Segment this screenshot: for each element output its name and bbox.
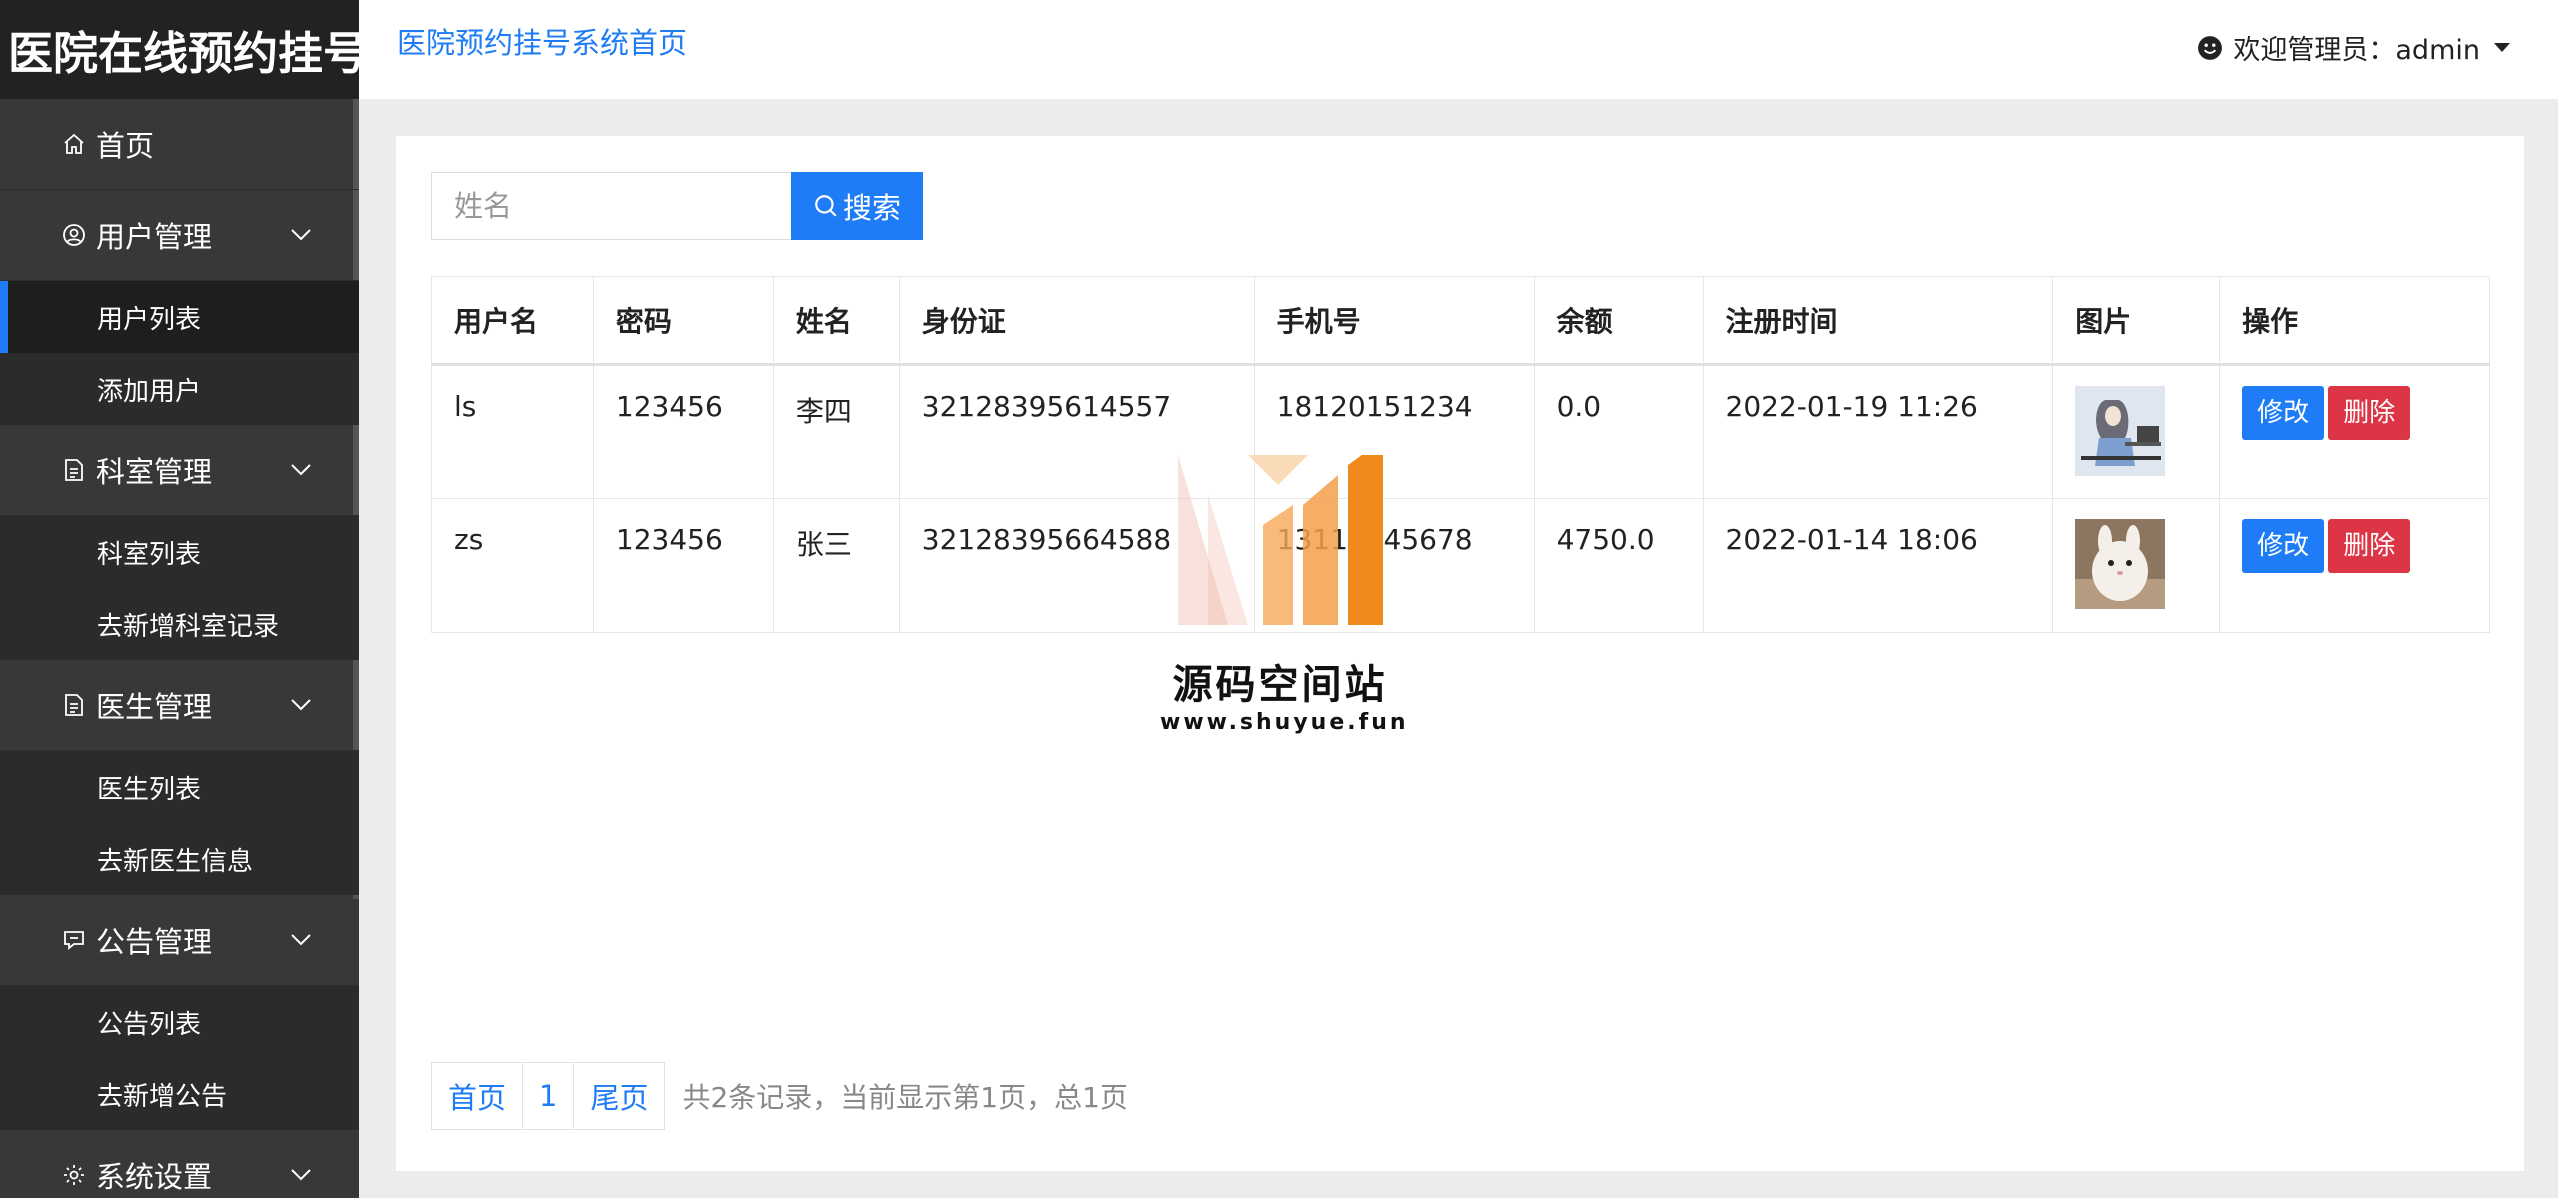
watermark-url: www.shuyue.fun: [1160, 710, 1409, 735]
table-header-row: 用户名 密码 姓名 身份证 手机号 余额 注册时间 图片 操作: [431, 276, 2490, 366]
document-icon: [60, 691, 88, 719]
gear-icon: [60, 1161, 88, 1189]
sidebar-group-doctor[interactable]: 医生管理: [0, 660, 359, 751]
sidebar-item-home[interactable]: 首页: [0, 99, 359, 190]
sidebar-item-add-doctor[interactable]: 去新医生信息: [0, 823, 359, 895]
chevron-down-icon: [287, 1161, 315, 1189]
pagination-last[interactable]: 尾页: [573, 1062, 666, 1130]
header-home-link[interactable]: 医院预约挂号系统首页: [397, 20, 687, 62]
column-header: 姓名: [772, 276, 900, 366]
cell-actions: 修改 删除: [2219, 364, 2490, 499]
cell-name: 张三: [772, 498, 900, 633]
delete-button[interactable]: 删除: [2328, 386, 2411, 440]
column-header: 身份证: [898, 276, 1255, 366]
name-search-input[interactable]: [431, 172, 791, 240]
top-header: 医院预约挂号系统首页 欢迎管理员：admin: [359, 0, 2558, 99]
edit-button[interactable]: 修改: [2242, 519, 2325, 573]
cell-balance: 4750.0: [1533, 498, 1704, 633]
home-icon: [60, 130, 88, 158]
column-header: 操作: [2219, 276, 2490, 366]
cell-actions: 修改 删除: [2219, 498, 2490, 633]
search-button-label: 搜索: [842, 191, 901, 225]
search-button[interactable]: 搜索: [791, 172, 923, 240]
pagination-first[interactable]: 首页: [431, 1062, 524, 1130]
sidebar-item-add-department[interactable]: 去新增科室记录: [0, 588, 359, 660]
chevron-down-icon: [287, 221, 315, 249]
sidebar-group-settings[interactable]: 系统设置: [0, 1130, 359, 1198]
cell-balance: 0.0: [1533, 364, 1704, 499]
edit-button[interactable]: 修改: [2242, 386, 2325, 440]
search-bar: 搜索: [431, 172, 923, 240]
cell-username: ls: [431, 364, 594, 499]
cell-id-card: 32128395614557: [898, 364, 1255, 499]
sidebar-group-user[interactable]: 用户管理: [0, 190, 359, 281]
user-menu[interactable]: 欢迎管理员：admin: [2197, 28, 2510, 67]
sidebar-group-label: 公告管理: [96, 925, 213, 959]
user-table: 用户名 密码 姓名 身份证 手机号 余额 注册时间 图片 操作 ls 12345…: [431, 276, 2490, 633]
cell-name: 李四: [772, 364, 900, 499]
delete-button[interactable]: 删除: [2328, 519, 2411, 573]
cell-username: zs: [431, 498, 594, 633]
user-greeting: 欢迎管理员：admin: [2233, 35, 2480, 66]
sidebar-group-department[interactable]: 科室管理: [0, 425, 359, 516]
sidebar-item-add-user[interactable]: 添加用户: [0, 353, 359, 425]
user-photo-white-rabbit: [2075, 519, 2166, 609]
table-row: zs 123456 张三 32128395664588 13112345678 …: [431, 498, 2490, 633]
column-header: 注册时间: [1702, 276, 2054, 366]
cell-password: 123456: [592, 498, 774, 633]
chevron-down-icon: [287, 691, 315, 719]
document-icon: [60, 456, 88, 484]
pagination-page[interactable]: 1: [522, 1062, 575, 1130]
cell-registered: 2022-01-14 18:06: [1702, 498, 2054, 633]
cell-phone: 18120151234: [1253, 364, 1535, 499]
column-header: 手机号: [1253, 276, 1535, 366]
pagination-info: 共2条记录，当前显示第1页，总1页: [682, 1081, 1128, 1114]
sidebar-item-label: 首页: [96, 129, 155, 163]
cell-phone: 13112345678: [1253, 498, 1535, 633]
chevron-down-icon: [287, 456, 315, 484]
cell-id-card: 32128395664588: [898, 498, 1255, 633]
table-row: ls 123456 李四 32128395614557 18120151234 …: [431, 364, 2490, 499]
sidebar-group-label: 医生管理: [96, 690, 213, 724]
sidebar-group-label: 系统设置: [96, 1160, 213, 1194]
sidebar-group-label: 用户管理: [96, 220, 213, 254]
smile-icon: [2198, 35, 2223, 60]
caret-down-icon: [2494, 43, 2510, 52]
cell-password: 123456: [592, 364, 774, 499]
content-card: 搜索 用户名 密码 姓名 身份证 手机号 余额 注册时间 图片 操作 ls 12…: [396, 136, 2524, 1171]
sidebar-group-label: 科室管理: [96, 455, 213, 489]
sidebar-item-add-notice[interactable]: 去新增公告: [0, 1058, 359, 1130]
cell-registered: 2022-01-19 11:26: [1702, 364, 2054, 499]
watermark-title: 源码空间站: [1172, 662, 1388, 708]
sidebar-item-department-list[interactable]: 科室列表: [0, 516, 359, 588]
chevron-down-icon: [287, 926, 315, 954]
sidebar: 医院在线预约挂号 首页 用户管理 用户列表 添加用户 科室管理 科室列表 去新增…: [0, 0, 359, 1198]
cell-image: [2052, 364, 2221, 499]
user-circle-icon: [60, 221, 88, 249]
column-header: 余额: [1533, 276, 1704, 366]
column-header: 图片: [2052, 276, 2221, 366]
column-header: 用户名: [431, 276, 594, 366]
sidebar-item-notice-list[interactable]: 公告列表: [0, 986, 359, 1058]
search-icon: [815, 195, 837, 217]
sidebar-group-notice[interactable]: 公告管理: [0, 895, 359, 986]
brand-title: 医院在线预约挂号: [0, 0, 359, 99]
sidebar-item-user-list[interactable]: 用户列表: [0, 281, 359, 353]
user-photo-woman-at-computer: [2075, 386, 2166, 476]
cell-image: [2052, 498, 2221, 633]
chat-icon: [60, 926, 88, 954]
sidebar-item-doctor-list[interactable]: 医生列表: [0, 751, 359, 823]
pagination: 首页 1 尾页 共2条记录，当前显示第1页，总1页: [431, 1062, 1128, 1130]
column-header: 密码: [592, 276, 774, 366]
